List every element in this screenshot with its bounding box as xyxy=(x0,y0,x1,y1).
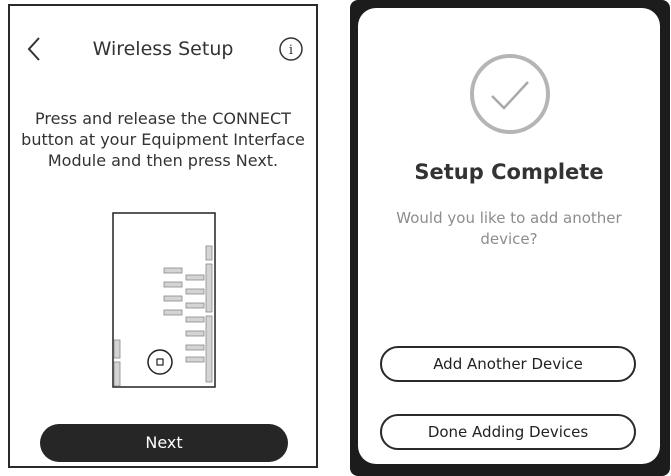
add-device-question: Would you like to add another device? xyxy=(396,209,622,248)
done-adding-devices-button[interactable]: Done Adding Devices xyxy=(380,414,636,450)
add-another-device-button[interactable]: Add Another Device xyxy=(380,346,636,382)
equipment-interface-module-diagram xyxy=(112,212,216,388)
setup-complete-screen: Setup Complete Would you like to add ano… xyxy=(358,8,660,464)
check-circle-icon xyxy=(470,54,550,134)
setup-complete-title: Setup Complete xyxy=(414,160,604,184)
next-button[interactable]: Next xyxy=(40,424,288,462)
page-title: Wireless Setup xyxy=(92,38,234,60)
setup-complete-device: Setup Complete Would you like to add ano… xyxy=(350,0,670,476)
svg-text:i: i xyxy=(289,43,293,58)
header: Wireless Setup i xyxy=(10,32,316,68)
instructions-text: Press and release the CONNECT button at … xyxy=(21,109,305,170)
wireless-setup-screen: Wireless Setup i Press and release the C… xyxy=(8,4,318,468)
info-icon[interactable]: i xyxy=(278,36,304,62)
